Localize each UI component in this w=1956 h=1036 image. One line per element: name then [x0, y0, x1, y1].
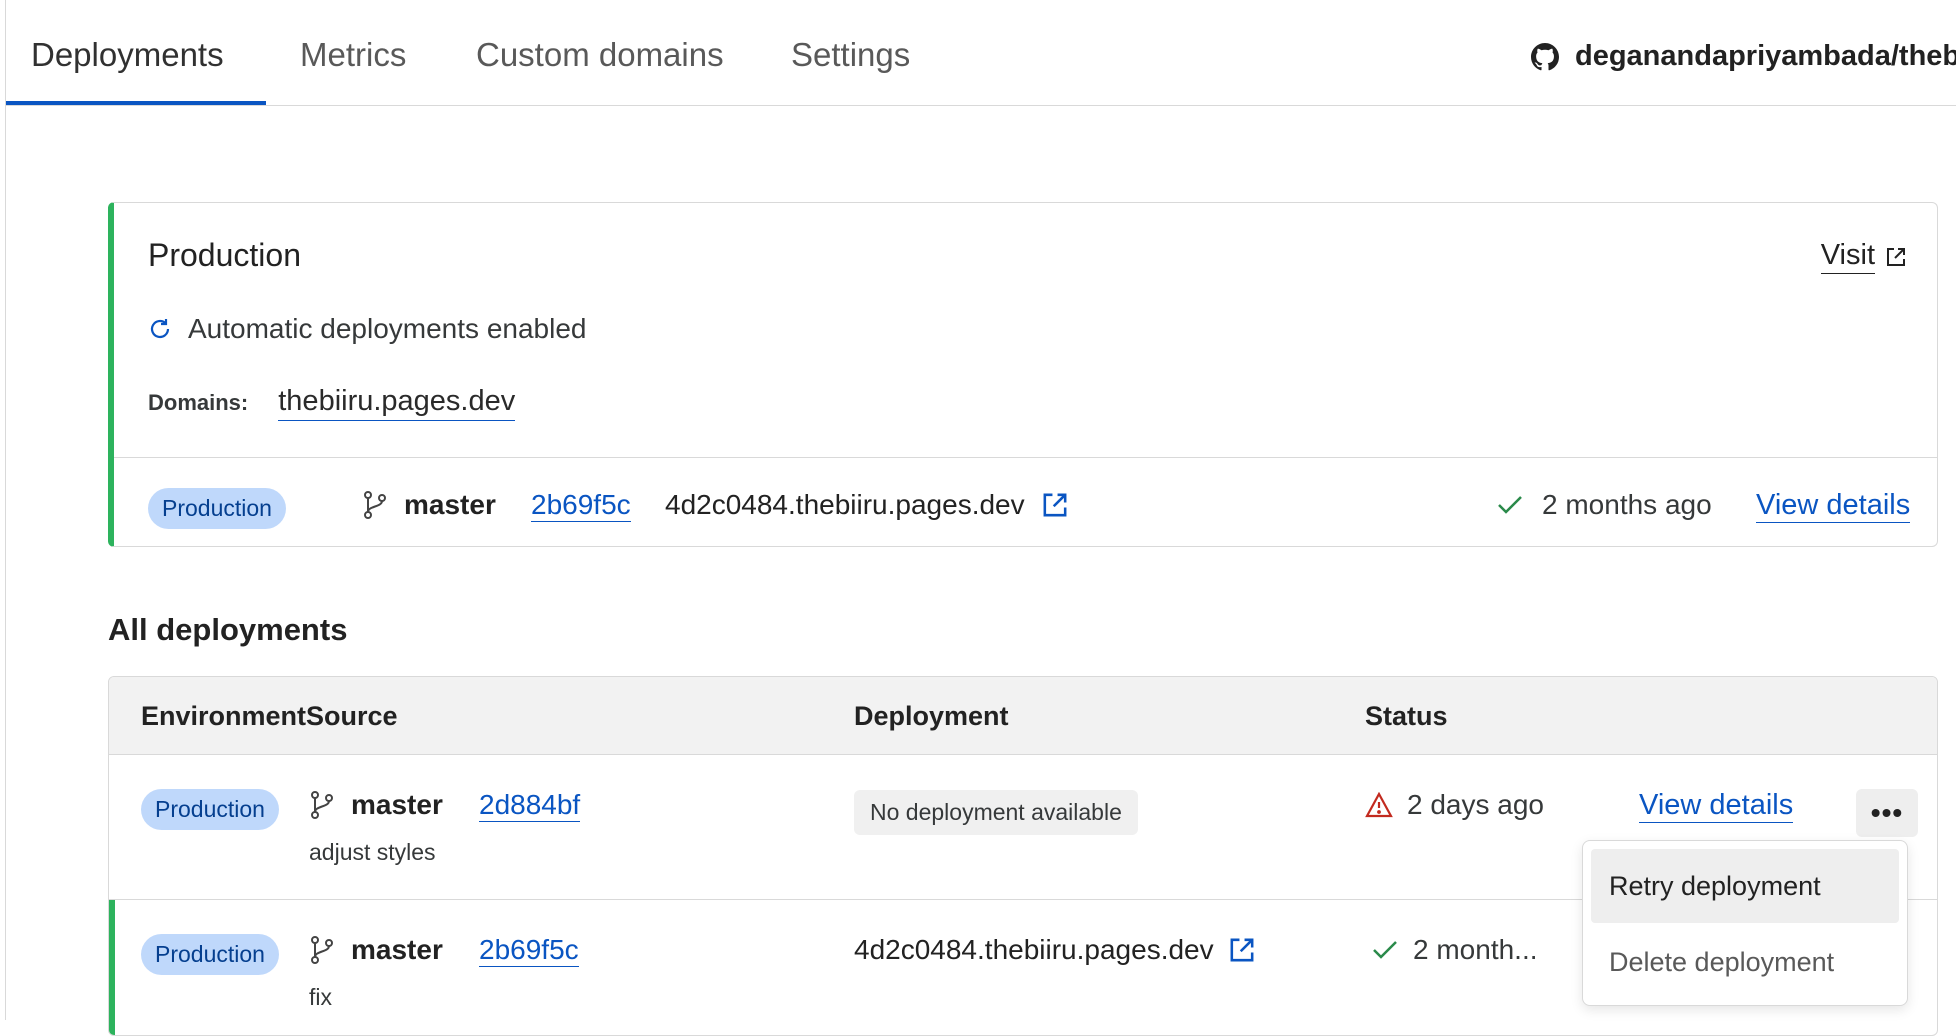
commit-message: fix [309, 984, 332, 1010]
more-actions-button[interactable]: ••• [1856, 789, 1918, 837]
tab-custom-domains[interactable]: Custom domains [476, 36, 724, 74]
ellipsis-icon: ••• [1870, 797, 1904, 828]
production-actions: View details [1756, 489, 1911, 523]
auto-deploy-text: Automatic deployments enabled [188, 313, 587, 344]
tab-metrics[interactable]: Metrics [300, 36, 406, 74]
external-link-icon[interactable] [1041, 491, 1069, 519]
branch-name: master [404, 489, 496, 520]
auto-deploy-status: Automatic deployments enabled [148, 313, 586, 345]
view-details-link[interactable]: View details [1639, 789, 1794, 823]
visit-link[interactable]: Visit [1820, 239, 1907, 274]
status-cell: 2 days ago [1365, 789, 1544, 821]
external-link-icon[interactable] [1228, 936, 1256, 964]
repo-link[interactable]: deganandapriyambada/thebiir [1531, 40, 1956, 73]
column-header-deployment: Deployment [854, 701, 1009, 731]
external-link-icon [1885, 246, 1907, 268]
env-cell: Production [141, 934, 279, 975]
production-url: 4d2c0484.thebiiru.pages.dev [665, 489, 1069, 521]
production-title: Production [148, 237, 301, 273]
page: Deployments Metrics Custom domains Setti… [0, 0, 1956, 1036]
deployment-url: 4d2c0484.thebiiru.pages.dev [665, 489, 1025, 520]
check-icon [1496, 493, 1524, 517]
commit-link[interactable]: 2b69f5c [479, 934, 579, 967]
status-text: 2 days ago [1407, 789, 1544, 820]
tab-bar: Deployments Metrics Custom domains Setti… [6, 0, 1956, 106]
active-tab-indicator [6, 101, 266, 105]
commit-cell: 2d884bf [479, 789, 581, 822]
left-border [5, 0, 6, 1020]
production-card: Production Visit Automatic deployments e… [108, 202, 1938, 547]
environment-badge: Production [141, 934, 279, 975]
source-cell: master [309, 789, 443, 821]
production-status: 2 months ago [1496, 489, 1712, 521]
domains-label: Domains: [148, 390, 249, 415]
visit-label: Visit [1820, 239, 1875, 274]
branch-icon [309, 935, 335, 965]
status-cell: 2 month... [1371, 934, 1538, 966]
no-deployment-pill: No deployment available [854, 790, 1138, 835]
retry-deployment-menu-item[interactable]: Retry deployment [1591, 849, 1899, 923]
view-details-link[interactable]: View details [1756, 489, 1911, 523]
warning-icon [1365, 792, 1393, 818]
commit-link[interactable]: 2d884bf [479, 789, 581, 822]
commit-link[interactable]: 2b69f5c [531, 489, 631, 522]
env-cell: Production [141, 789, 279, 830]
delete-deployment-menu-item[interactable]: Delete deployment [1591, 925, 1899, 999]
branch-name: master [351, 934, 443, 965]
commit-message: adjust styles [309, 839, 436, 865]
github-icon [1531, 42, 1559, 71]
all-deployments-title: All deployments [108, 612, 348, 647]
actions-cell: View details [1639, 789, 1794, 823]
column-header-status: Status [1365, 701, 1448, 731]
branch-name: master [351, 789, 443, 820]
domain-link[interactable]: thebiiru.pages.dev [278, 385, 516, 421]
commit-cell: 2b69f5c [479, 934, 579, 967]
source-cell: master [309, 934, 443, 966]
column-header-environment-source: EnvironmentSource [141, 701, 398, 731]
tab-settings[interactable]: Settings [791, 36, 910, 74]
divider [114, 457, 1937, 458]
environment-badge: Production [141, 789, 279, 830]
branch-icon [309, 790, 335, 820]
deployment-cell: 4d2c0484.thebiiru.pages.dev [854, 934, 1256, 966]
environment-badge: Production [148, 488, 286, 529]
refresh-icon [148, 317, 172, 341]
production-source: master [362, 489, 496, 521]
table-header: EnvironmentSource Deployment Status [109, 677, 1937, 755]
tab-deployments[interactable]: Deployments [31, 36, 224, 74]
deployment-url: 4d2c0484.thebiiru.pages.dev [854, 934, 1214, 965]
check-icon [1371, 938, 1399, 962]
production-latest-row: Production [148, 488, 286, 529]
domains-row: Domains: thebiiru.pages.dev [148, 385, 516, 421]
branch-icon [362, 490, 388, 520]
repo-name: deganandapriyambada/thebiir [1575, 40, 1956, 72]
deployment-actions-menu: Retry deployment Delete deployment [1582, 840, 1908, 1006]
status-text: 2 months ago [1542, 489, 1712, 520]
production-commit: 2b69f5c [531, 489, 631, 522]
status-text: 2 month... [1413, 934, 1538, 965]
